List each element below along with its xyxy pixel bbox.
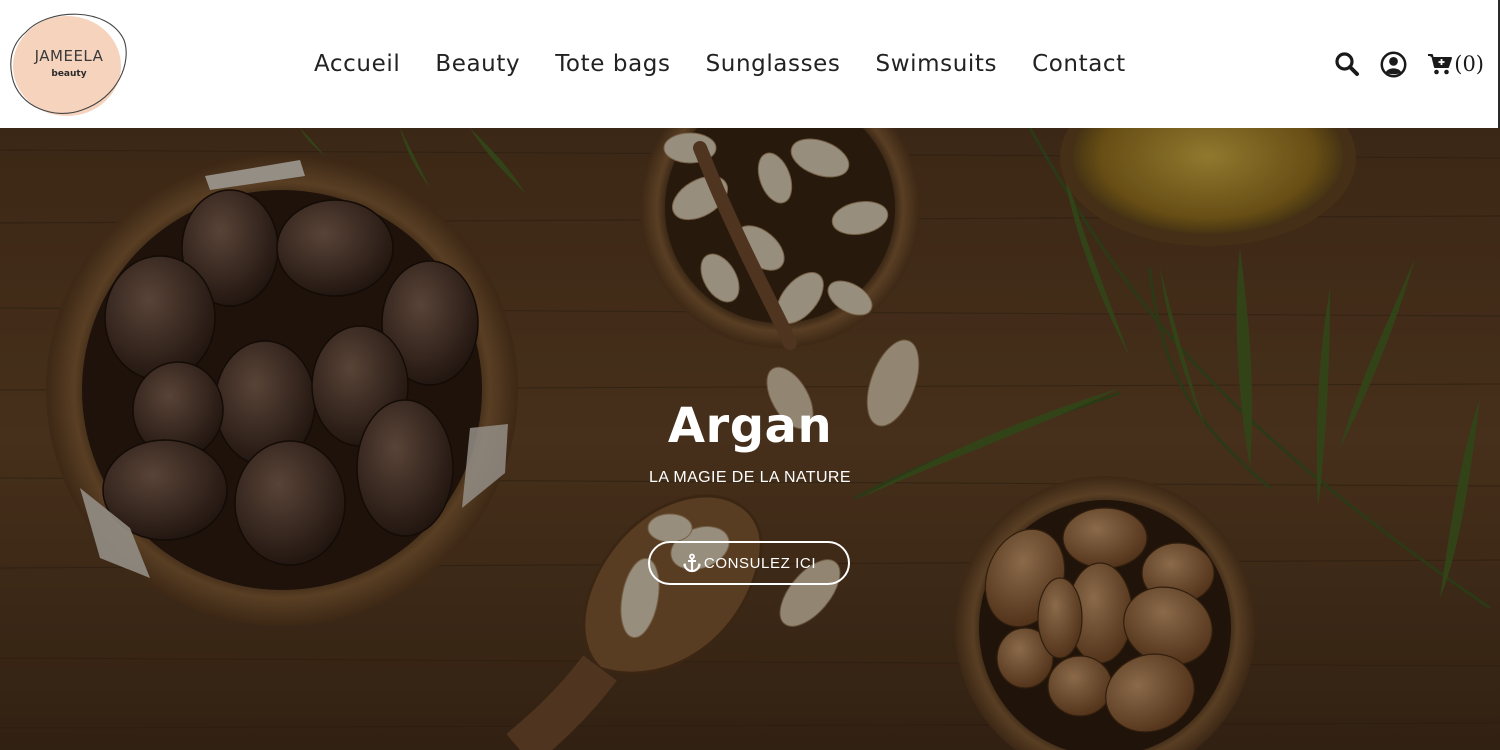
cart-button[interactable]: (0) [1427,52,1484,76]
cart-count: (0) [1454,52,1484,76]
cart-plus-icon [1428,54,1453,75]
hero-subtitle: LA MAGIE DE LA NATURE [649,469,851,486]
brand-tagline: beauty [51,69,87,79]
anchor-icon [682,553,702,573]
consult-button[interactable]: CONSULEZ ICI [648,541,850,585]
nav-item-contact[interactable]: Contact [1032,51,1126,77]
brand-logo[interactable]: JAMEELA beauty [8,10,130,118]
nav-item-swimsuits[interactable]: Swimsuits [876,51,998,77]
main-nav: Accueil Beauty Tote bags Sunglasses Swim… [314,46,1126,82]
brand-name: JAMEELA [34,47,104,65]
search-icon[interactable] [1334,51,1360,77]
nav-item-sunglasses[interactable]: Sunglasses [706,51,841,77]
consult-button-label: CONSULEZ ICI [703,554,817,572]
nav-item-accueil[interactable]: Accueil [314,51,400,77]
hero-title: Argan [667,398,833,454]
hero-banner: Argan LA MAGIE DE LA NATURE CONSULEZ ICI [0,128,1500,750]
nav-item-beauty[interactable]: Beauty [435,51,520,77]
header-actions: (0) [1334,46,1484,82]
site-header: JAMEELA beauty Accueil Beauty Tote bags … [0,0,1500,128]
nav-item-tote-bags[interactable]: Tote bags [555,51,670,77]
user-circle-icon[interactable] [1380,51,1407,78]
